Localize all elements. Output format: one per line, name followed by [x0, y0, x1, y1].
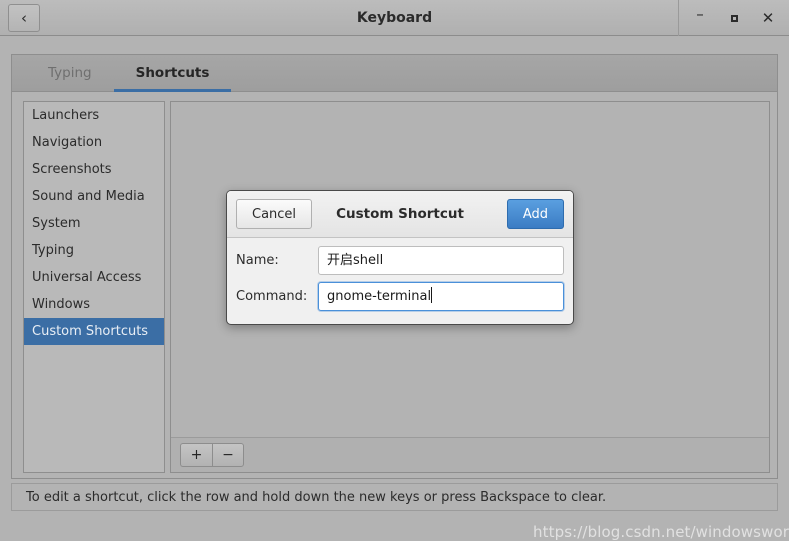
window-title: Keyboard [356, 10, 433, 26]
command-input[interactable]: gnome-terminal [318, 282, 564, 311]
back-button[interactable]: ‹ [8, 4, 40, 32]
plus-icon: + [190, 447, 203, 463]
remove-shortcut-button[interactable]: − [212, 443, 244, 467]
dialog-body: Name: 开启shell Command: gnome-terminal [227, 238, 573, 320]
category-list[interactable]: Launchers Navigation Screenshots Sound a… [23, 101, 165, 473]
minimize-button[interactable]: – [683, 1, 717, 35]
sidebar-item-label: Universal Access [32, 270, 142, 285]
name-input[interactable]: 开启shell [318, 246, 564, 275]
add-button[interactable]: Add [506, 199, 564, 229]
window-controls: – ✕ [678, 0, 789, 36]
sidebar-item-label: Navigation [32, 135, 103, 150]
add-button-label: Add [522, 206, 548, 222]
sidebar-item-label: Windows [32, 297, 91, 312]
name-row: Name: 开启shell [236, 246, 564, 275]
custom-shortcut-dialog: Cancel Custom Shortcut Add Name: 开启shell… [226, 190, 574, 325]
maximize-button[interactable] [717, 1, 751, 35]
command-label: Command: [236, 289, 308, 304]
tab-typing-label: Typing [48, 65, 92, 81]
tab-bar: Typing Shortcuts [12, 55, 777, 92]
minus-icon: − [222, 447, 234, 463]
sidebar-item-label: Custom Shortcuts [32, 324, 149, 339]
shortcut-toolbar: + − [171, 437, 769, 472]
chevron-left-icon: ‹ [21, 9, 27, 27]
shortcut-toolbar-buttons: + − [180, 443, 244, 467]
maximize-icon [730, 14, 738, 22]
close-button[interactable]: ✕ [751, 1, 785, 35]
sidebar-item-navigation[interactable]: Navigation [24, 129, 164, 156]
sidebar-item-typing[interactable]: Typing [24, 237, 164, 264]
title-bar: ‹ Keyboard – ✕ [0, 0, 789, 36]
sidebar-item-sound-and-media[interactable]: Sound and Media [24, 183, 164, 210]
sidebar-item-launchers[interactable]: Launchers [24, 102, 164, 129]
cancel-button-label: Cancel [252, 206, 297, 222]
watermark: https://blog.csdn.net/windowsworld [533, 523, 789, 541]
sidebar-item-label: Screenshots [32, 162, 112, 177]
add-shortcut-button[interactable]: + [180, 443, 212, 467]
name-input-value: 开启shell [327, 253, 384, 268]
tab-typing[interactable]: Typing [26, 55, 114, 91]
text-cursor [431, 287, 433, 303]
sidebar-item-label: Sound and Media [32, 189, 145, 204]
command-input-value: gnome-terminal [327, 289, 432, 304]
tab-shortcuts[interactable]: Shortcuts [113, 55, 232, 92]
close-icon: ✕ [761, 9, 775, 27]
sidebar-item-label: Typing [32, 243, 74, 258]
command-row: Command: gnome-terminal [236, 282, 564, 311]
sidebar-item-universal-access[interactable]: Universal Access [24, 264, 164, 291]
sidebar-item-label: Launchers [32, 108, 100, 123]
sidebar-item-label: System [32, 216, 81, 231]
name-label: Name: [236, 253, 279, 268]
dialog-header: Cancel Custom Shortcut Add [227, 191, 573, 238]
status-bar-text: To edit a shortcut, click the row and ho… [26, 489, 607, 505]
sidebar-item-custom-shortcuts[interactable]: Custom Shortcuts [24, 318, 164, 345]
status-bar: To edit a shortcut, click the row and ho… [11, 483, 778, 511]
sidebar-item-system[interactable]: System [24, 210, 164, 237]
sidebar-item-screenshots[interactable]: Screenshots [24, 156, 164, 183]
sidebar-item-windows[interactable]: Windows [24, 291, 164, 318]
cancel-button[interactable]: Cancel [236, 199, 313, 229]
tab-shortcuts-label: Shortcuts [135, 65, 210, 81]
